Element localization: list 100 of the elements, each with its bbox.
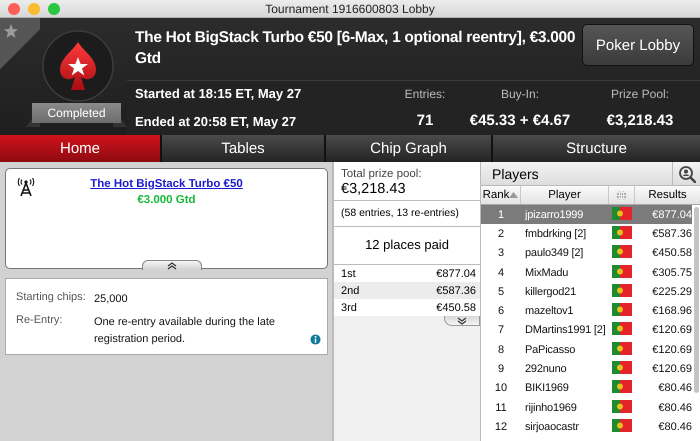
star-icon	[4, 24, 18, 38]
rank-cell-text: 6	[496, 305, 506, 318]
player-name: MixMadu	[524, 266, 570, 279]
player-row[interactable]: 12 sirjoaocastr €80.46	[481, 417, 692, 437]
poker-lobby-button[interactable]: Poker Lobby	[582, 24, 694, 66]
player-name: sirjoaocastr	[524, 420, 580, 433]
player-row[interactable]: 8 PaPicasso €120.69	[481, 340, 692, 360]
result-cell-text: €120.69	[651, 363, 692, 376]
column-header[interactable]: Rank	[481, 186, 521, 204]
payout-place: 2nd	[341, 284, 360, 296]
result-cell-text: €80.46	[657, 402, 692, 414]
spade-logo-icon	[42, 30, 114, 102]
chevron-down-icon	[457, 316, 467, 324]
antenna-icon	[17, 178, 35, 196]
stat-label: Entries:	[404, 87, 446, 101]
rank-cell-text: 12	[494, 420, 508, 433]
rank-cell-text: 1	[496, 208, 506, 221]
flag-icon	[612, 245, 632, 258]
rank-cell-text: 2	[496, 228, 506, 240]
result-cell-text: €877.04	[651, 208, 692, 221]
globe-icon	[616, 190, 627, 200]
flag-icon	[612, 418, 632, 432]
result-cell-text: €587.36	[651, 228, 692, 240]
stat-value: 71	[416, 112, 434, 129]
rank-cell-text: 7	[496, 324, 506, 336]
flag-icon	[612, 226, 632, 239]
tournament-title: The Hot BigStack Turbo €50 [6-Max, 1 optional reentry], €3.000 Gtd	[134, 28, 576, 69]
result-cell-text: €80.46	[657, 382, 692, 394]
tournament-link[interactable]: The Hot BigStack Turbo €50	[90, 178, 243, 190]
player-row[interactable]: 3 paulo349 [2] €450.58	[481, 244, 692, 263]
player-name: BIKI1969	[524, 382, 570, 394]
rank-cell-text: 11	[494, 402, 508, 414]
column-header[interactable]: Player	[521, 186, 609, 204]
info-icon	[310, 334, 321, 345]
flag-icon	[612, 342, 632, 355]
player-name: jpizarro1999	[524, 208, 584, 221]
tab[interactable]: Tables	[162, 135, 324, 162]
stat-value: €45.33 + €4.67	[470, 112, 570, 129]
player-name: killergod21	[524, 286, 578, 298]
player-name: mazeltov1	[524, 305, 574, 318]
stat-value: €3,218.43	[606, 112, 674, 129]
zoom-button[interactable]	[48, 2, 60, 14]
player-name: 292nuno	[524, 363, 568, 376]
result-cell-text: €305.75	[651, 266, 692, 279]
column-header[interactable]: Results	[635, 186, 700, 204]
player-row[interactable]: 7 DMartins1991 [2] €120.69	[481, 320, 692, 340]
player-name: fmbdrking [2]	[524, 228, 587, 240]
collapse-button[interactable]	[142, 260, 202, 270]
player-row[interactable]: 2 fmbdrking [2] €587.36	[481, 224, 692, 244]
payout-amount: €877.04	[436, 268, 476, 280]
result-cell-text: €450.58	[651, 247, 692, 260]
rank-cell-text: 4	[496, 266, 506, 279]
player-row[interactable]: 11 rijinho1969 €80.46	[481, 398, 692, 418]
info-label: Re-Entry:	[16, 314, 64, 328]
tab[interactable]: Chip Graph	[326, 135, 491, 162]
result-cell-text: €80.46	[657, 420, 692, 433]
flag-icon	[612, 206, 632, 220]
player-row[interactable]: 4 MixMadu €305.75	[481, 262, 692, 282]
result-cell-text: €120.69	[651, 344, 692, 356]
player-row[interactable]: 1 jpizarro1999 €877.04	[481, 205, 692, 224]
flag-icon	[612, 322, 632, 336]
tab[interactable]: Structure	[493, 135, 700, 162]
info-label: Starting chips:	[16, 291, 87, 305]
flag-icon	[612, 380, 632, 394]
info-value: One re-entry available during the late registration period.	[94, 315, 276, 347]
end-time: Ended at 20:58 ET, May 27	[135, 114, 298, 129]
close-button[interactable]	[8, 2, 20, 14]
payout-amount: €587.36	[436, 284, 476, 296]
player-row[interactable]: 9 292nuno €120.69	[481, 359, 692, 379]
rank-cell-text: 3	[496, 247, 506, 260]
scrollbar[interactable]	[694, 207, 699, 393]
result-cell-text: €120.69	[651, 324, 692, 336]
rank-cell-text: 9	[496, 363, 506, 376]
status-ribbon: Completed	[32, 103, 121, 123]
player-name: DMartins1991 [2]	[524, 324, 607, 336]
tab[interactable]: Home	[0, 135, 160, 162]
payout-amount: €450.58	[436, 302, 476, 314]
rank-cell-text: 5	[496, 286, 506, 298]
player-name: PaPicasso	[524, 344, 576, 356]
guarantee-text: €3.000 Gtd	[137, 194, 196, 206]
player-row[interactable]: 10 BIKI1969 €80.46	[481, 378, 692, 398]
rank-cell-text: 8	[496, 344, 506, 356]
expand-button[interactable]	[444, 316, 480, 326]
payout-place: 1st	[341, 268, 356, 280]
result-cell-text: €225.29	[651, 286, 692, 298]
player-name: rijinho1969	[524, 402, 578, 414]
flag-icon	[612, 303, 632, 316]
window-title: Tournament 1916600803 Lobby	[265, 2, 435, 16]
flag-icon	[612, 284, 632, 297]
player-row[interactable]: 6 mazeltov1 €168.96	[481, 301, 692, 321]
prize-pool-value: €3,218.43	[334, 180, 480, 201]
stat-label: Buy-In:	[500, 87, 539, 101]
flag-icon	[612, 361, 632, 374]
entries-note: (58 entries, 13 re-entries)	[334, 201, 480, 227]
player-row[interactable]: 5 killergod21 €225.29	[481, 282, 692, 302]
minimize-button[interactable]	[28, 2, 40, 14]
players-title: Players	[491, 166, 540, 182]
info-value: 25,000	[94, 292, 128, 307]
chevron-up-icon	[167, 262, 177, 270]
stat-label: Prize Pool:	[610, 87, 670, 101]
